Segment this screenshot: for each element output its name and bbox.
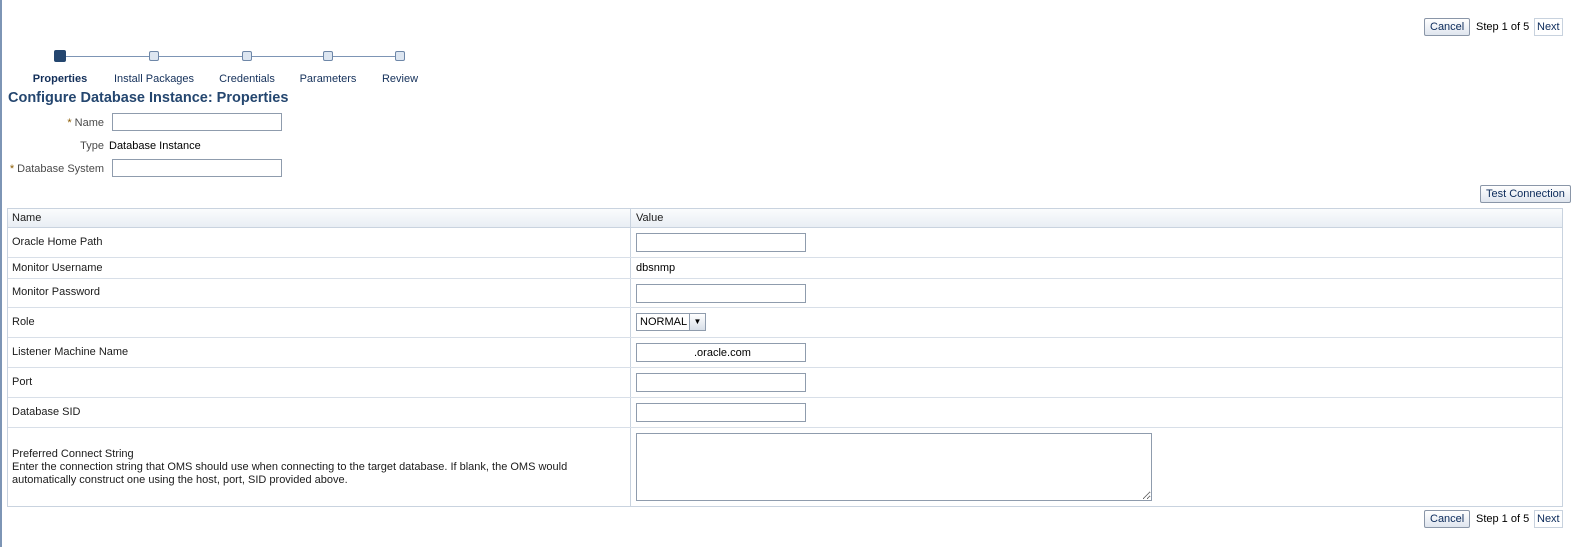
train-label-credentials: Credentials <box>219 73 275 85</box>
monitor-username-label: Monitor Username <box>12 262 103 274</box>
table-row-role: Role NORMAL ▼ <box>8 308 1562 338</box>
train-node-properties[interactable] <box>54 50 66 62</box>
port-label: Port <box>12 376 33 388</box>
type-label: Type <box>80 140 104 152</box>
train-node-parameters <box>323 51 333 61</box>
table-row-monitor-username: Monitor Username dbsnmp <box>8 258 1562 279</box>
train-label-review: Review <box>381 73 419 85</box>
cell-divider <box>630 368 631 397</box>
cell-divider <box>630 308 631 337</box>
preferred-connect-string-label: Preferred Connect String <box>12 448 134 460</box>
oracle-home-path-label: Oracle Home Path <box>12 236 103 248</box>
table-row-port: Port <box>8 368 1562 398</box>
table-row-preferred-connect-string: Preferred Connect String Enter the conne… <box>8 428 1562 506</box>
train-node-credentials <box>242 51 252 61</box>
train-node-install-packages <box>149 51 159 61</box>
cancel-button-bottom[interactable]: Cancel <box>1424 510 1471 528</box>
next-button-bottom[interactable]: Next <box>1534 510 1563 528</box>
required-marker: * <box>9 163 15 175</box>
name-input[interactable] <box>112 113 282 131</box>
listener-machine-name-label: Listener Machine Name <box>12 346 129 358</box>
cell-divider <box>630 258 631 278</box>
listener-machine-name-input[interactable] <box>636 343 806 362</box>
column-header-value: Value <box>636 212 664 224</box>
oracle-home-path-input[interactable] <box>636 233 806 252</box>
cell-divider <box>630 228 631 257</box>
table-row-database-sid: Database SID <box>8 398 1562 428</box>
column-divider <box>630 209 631 227</box>
page-title: Configure Database Instance: Properties <box>8 90 289 106</box>
cancel-button-top[interactable]: Cancel <box>1424 18 1471 36</box>
step-indicator-top: Step 1 of 5 <box>1476 21 1530 33</box>
column-header-name: Name <box>12 212 42 224</box>
table-header: Name Value <box>8 209 1562 228</box>
cell-divider <box>630 398 631 427</box>
database-system-label: * Database System <box>9 163 104 175</box>
table-row-monitor-password: Monitor Password <box>8 279 1562 308</box>
monitor-password-label: Monitor Password <box>12 286 101 298</box>
cell-divider <box>630 428 631 506</box>
train-label-install-packages: Install Packages <box>113 73 195 85</box>
database-sid-label: Database SID <box>12 406 81 418</box>
train-label-parameters: Parameters <box>299 73 357 85</box>
port-input[interactable] <box>636 373 806 392</box>
cell-divider <box>630 279 631 307</box>
table-row-oracle-home-path: Oracle Home Path <box>8 228 1562 258</box>
preferred-connect-string-textarea[interactable] <box>636 433 1152 501</box>
name-label: * Name <box>67 117 104 129</box>
database-system-input[interactable] <box>112 159 282 177</box>
next-button-top[interactable]: Next <box>1534 18 1563 36</box>
preferred-connect-string-cell: Preferred Connect String Enter the conne… <box>12 448 624 487</box>
preferred-connect-string-help: Enter the connection string that OMS sho… <box>12 461 568 486</box>
test-connection-button[interactable]: Test Connection <box>1480 185 1571 203</box>
role-selected-value: NORMAL <box>640 316 688 328</box>
role-label: Role <box>12 316 35 328</box>
monitor-password-input[interactable] <box>636 284 806 303</box>
train-label-properties[interactable]: Properties <box>33 73 87 85</box>
required-marker: * <box>67 117 72 129</box>
train-connector <box>60 56 400 57</box>
cell-divider <box>630 338 631 367</box>
table-row-listener-machine-name: Listener Machine Name <box>8 338 1562 368</box>
database-sid-input[interactable] <box>636 403 806 422</box>
monitor-username-value: dbsnmp <box>636 262 676 274</box>
properties-table: Name Value Oracle Home Path Monitor User… <box>7 208 1563 507</box>
type-value: Database Instance <box>109 140 201 152</box>
train-node-review <box>395 51 405 61</box>
role-select[interactable]: NORMAL ▼ <box>636 313 706 331</box>
step-indicator-bottom: Step 1 of 5 <box>1476 513 1530 525</box>
left-border <box>0 0 2 547</box>
chevron-down-icon[interactable]: ▼ <box>689 314 705 330</box>
